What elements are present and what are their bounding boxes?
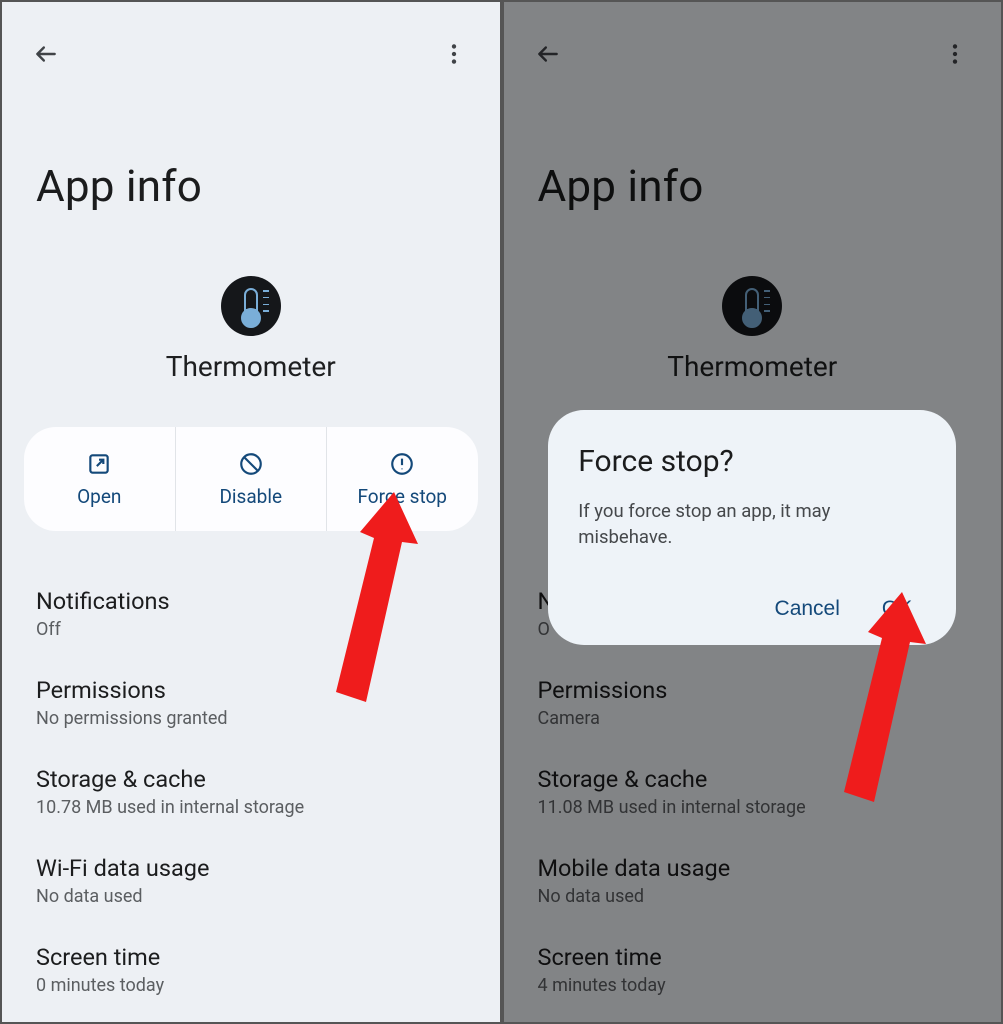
force-stop-label: Force stop	[358, 485, 447, 508]
settings-list: Notifications Off Permissions No permiss…	[2, 571, 500, 1016]
page-title: App info	[2, 70, 500, 212]
list-item[interactable]: Storage & cache 10.78 MB used in interna…	[36, 749, 466, 838]
disable-icon	[238, 451, 264, 477]
app-name: Thermometer	[166, 350, 336, 383]
list-item[interactable]: Screen time 0 minutes today	[36, 927, 466, 1016]
force-stop-dialog: Force stop? If you force stop an app, it…	[548, 410, 956, 645]
screenshot-left: App info Thermometer Open Disable Force …	[0, 0, 502, 1024]
disable-button[interactable]: Disable	[176, 427, 328, 531]
force-stop-button[interactable]: Force stop	[327, 427, 478, 531]
dialog-actions: Cancel OK	[578, 597, 926, 621]
thermometer-app-icon	[221, 276, 281, 336]
cancel-button[interactable]: Cancel	[775, 597, 840, 621]
more-vert-icon[interactable]	[438, 38, 470, 70]
screenshot-right: App info Thermometer N O Permissions Cam…	[502, 0, 1003, 1024]
open-button[interactable]: Open	[24, 427, 176, 531]
action-row: Open Disable Force stop	[24, 427, 478, 531]
ok-button[interactable]: OK	[882, 597, 912, 621]
dialog-title: Force stop?	[578, 444, 926, 479]
open-label: Open	[77, 485, 121, 508]
alert-icon	[389, 451, 415, 477]
list-item[interactable]: Wi-Fi data usage No data used	[36, 838, 466, 927]
back-arrow-icon[interactable]	[30, 38, 62, 70]
dialog-message: If you force stop an app, it may misbeha…	[578, 499, 926, 551]
disable-label: Disable	[219, 485, 282, 508]
app-header: Thermometer	[2, 276, 500, 383]
list-item[interactable]: Notifications Off	[36, 571, 466, 660]
open-icon	[86, 451, 112, 477]
top-bar	[2, 2, 500, 70]
list-item[interactable]: Permissions No permissions granted	[36, 660, 466, 749]
